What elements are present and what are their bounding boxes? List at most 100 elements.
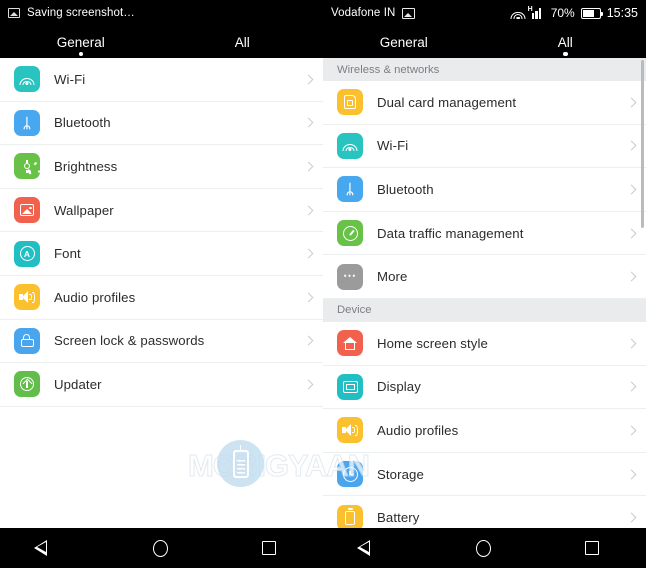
list-item-data-traffic-management[interactable]: Data traffic management bbox=[323, 211, 646, 256]
tab-general-label: General bbox=[379, 34, 428, 50]
updater-icon bbox=[14, 371, 40, 398]
list-item-label: Dual card management bbox=[377, 94, 517, 110]
chevron-right-icon bbox=[303, 248, 314, 259]
section-header-wireless: Wireless & networks bbox=[323, 58, 646, 81]
chevron-right-icon bbox=[303, 292, 314, 303]
list-item-screen-lock[interactable]: Screen lock & passwords bbox=[0, 319, 323, 364]
saving-screenshot-text: Saving screenshot… bbox=[27, 7, 135, 19]
wallpaper-icon bbox=[14, 197, 40, 224]
sim-card-icon bbox=[337, 89, 363, 116]
network-type-label: H bbox=[527, 6, 533, 13]
storage-icon bbox=[337, 461, 363, 488]
list-item-label: Font bbox=[54, 246, 81, 262]
list-item-audio-profiles[interactable]: Audio profiles bbox=[0, 275, 323, 320]
list-item-label: Home screen style bbox=[377, 335, 488, 351]
chevron-right-icon bbox=[626, 381, 637, 392]
chevron-right-icon bbox=[626, 512, 637, 523]
section-header-device: Device bbox=[323, 298, 646, 322]
list-item-home-screen-style[interactable]: Home screen style bbox=[323, 321, 646, 366]
left-status-bar: Saving screenshot… bbox=[0, 0, 323, 26]
back-triangle-icon[interactable] bbox=[357, 540, 383, 556]
font-icon: A bbox=[14, 240, 40, 267]
chevron-right-icon bbox=[626, 271, 637, 282]
recents-square-icon[interactable] bbox=[262, 541, 277, 555]
gallery-icon bbox=[402, 7, 416, 19]
list-item-bluetooth[interactable]: ᛦ Bluetooth bbox=[0, 101, 323, 146]
tab-all[interactable]: All bbox=[485, 26, 646, 58]
list-item-label: Updater bbox=[54, 376, 102, 392]
tab-general[interactable]: General bbox=[0, 26, 162, 58]
list-item-label: Bluetooth bbox=[377, 181, 434, 197]
list-item-dual-card-management[interactable]: Dual card management bbox=[323, 81, 646, 125]
left-tab-bar[interactable]: General All bbox=[0, 26, 323, 58]
chevron-right-icon bbox=[626, 469, 637, 479]
tab-all-label: All bbox=[234, 34, 250, 50]
battery-icon bbox=[337, 504, 363, 528]
list-item-bluetooth[interactable]: ᛦ Bluetooth bbox=[323, 168, 646, 212]
list-item-label: Wi-Fi bbox=[377, 138, 409, 154]
data-gauge-icon bbox=[337, 220, 363, 247]
tab-all-label: All bbox=[557, 34, 573, 50]
battery-icon bbox=[580, 7, 604, 19]
back-triangle-icon[interactable] bbox=[34, 540, 60, 556]
tab-selected-dot bbox=[78, 51, 83, 56]
left-phone-screen: Saving screenshot… General All Wi-Fi ᛦ B… bbox=[0, 0, 323, 568]
list-item-battery[interactable]: Battery bbox=[323, 496, 646, 528]
list-item-label: Bluetooth bbox=[54, 115, 111, 131]
right-nav-bar[interactable] bbox=[323, 528, 646, 568]
tab-general-label: General bbox=[56, 34, 105, 50]
list-item-audio-profiles[interactable]: Audio profiles bbox=[323, 409, 646, 453]
chevron-right-icon bbox=[626, 184, 637, 195]
display-icon bbox=[337, 373, 363, 400]
bluetooth-icon: ᛦ bbox=[337, 176, 363, 203]
list-item-label: Brightness bbox=[54, 158, 118, 174]
right-status-bar: Vodafone IN H 70% 15:35 bbox=[323, 0, 646, 26]
left-nav-bar[interactable] bbox=[0, 528, 323, 568]
list-item-label: Display bbox=[377, 379, 421, 395]
chevron-right-icon bbox=[303, 335, 314, 346]
recents-square-icon[interactable] bbox=[585, 541, 600, 555]
list-item-updater[interactable]: Updater bbox=[0, 363, 323, 407]
list-item-wifi[interactable]: Wi-Fi bbox=[0, 58, 323, 102]
vertical-scrollbar[interactable] bbox=[641, 60, 644, 228]
home-icon bbox=[337, 330, 363, 357]
list-item-wifi[interactable]: Wi-Fi bbox=[323, 124, 646, 169]
clock-label: 15:35 bbox=[606, 6, 638, 20]
list-item-label: More bbox=[377, 269, 408, 285]
list-item-font[interactable]: A Font bbox=[0, 232, 323, 276]
dual-screenshot-container: Saving screenshot… General All Wi-Fi ᛦ B… bbox=[0, 0, 646, 568]
list-item-wallpaper[interactable]: Wallpaper bbox=[0, 188, 323, 233]
wifi-icon bbox=[510, 7, 526, 19]
tab-selected-dot bbox=[563, 51, 568, 56]
left-settings-list[interactable]: Wi-Fi ᛦ Bluetooth Brightness Wallpaper A… bbox=[0, 58, 323, 528]
tab-all[interactable]: All bbox=[162, 26, 324, 58]
chevron-right-icon bbox=[303, 205, 314, 216]
tab-general[interactable]: General bbox=[323, 26, 485, 58]
home-circle-icon[interactable] bbox=[153, 539, 169, 557]
chevron-right-icon bbox=[303, 74, 314, 85]
screenshot-icon bbox=[8, 8, 20, 18]
volume-icon bbox=[14, 284, 40, 311]
chevron-right-icon bbox=[626, 425, 637, 436]
list-item-brightness[interactable]: Brightness bbox=[0, 145, 323, 189]
chevron-right-icon bbox=[626, 338, 637, 349]
right-tab-bar[interactable]: General All bbox=[323, 26, 646, 58]
chevron-right-icon bbox=[626, 140, 637, 151]
lock-icon bbox=[14, 327, 40, 354]
home-circle-icon[interactable] bbox=[476, 539, 492, 557]
wifi-icon bbox=[14, 66, 40, 93]
volume-icon bbox=[337, 417, 363, 444]
list-item-label: Audio profiles bbox=[54, 289, 136, 305]
list-item-storage[interactable]: Storage bbox=[323, 452, 646, 497]
list-item-label: Data traffic management bbox=[377, 225, 524, 241]
list-item-more[interactable]: ⋯ More bbox=[323, 255, 646, 299]
signal-bars-icon: H bbox=[528, 6, 545, 19]
list-item-label: Wi-Fi bbox=[54, 71, 86, 87]
wifi-icon bbox=[337, 132, 363, 159]
list-item-display[interactable]: Display bbox=[323, 365, 646, 410]
list-item-label: Screen lock & passwords bbox=[54, 333, 205, 349]
chevron-right-icon bbox=[626, 97, 637, 108]
right-phone-screen: Vodafone IN H 70% 15:35 General All Wire… bbox=[323, 0, 646, 568]
right-settings-list[interactable]: Wireless & networks Dual card management… bbox=[323, 58, 646, 528]
chevron-right-icon bbox=[303, 379, 314, 390]
